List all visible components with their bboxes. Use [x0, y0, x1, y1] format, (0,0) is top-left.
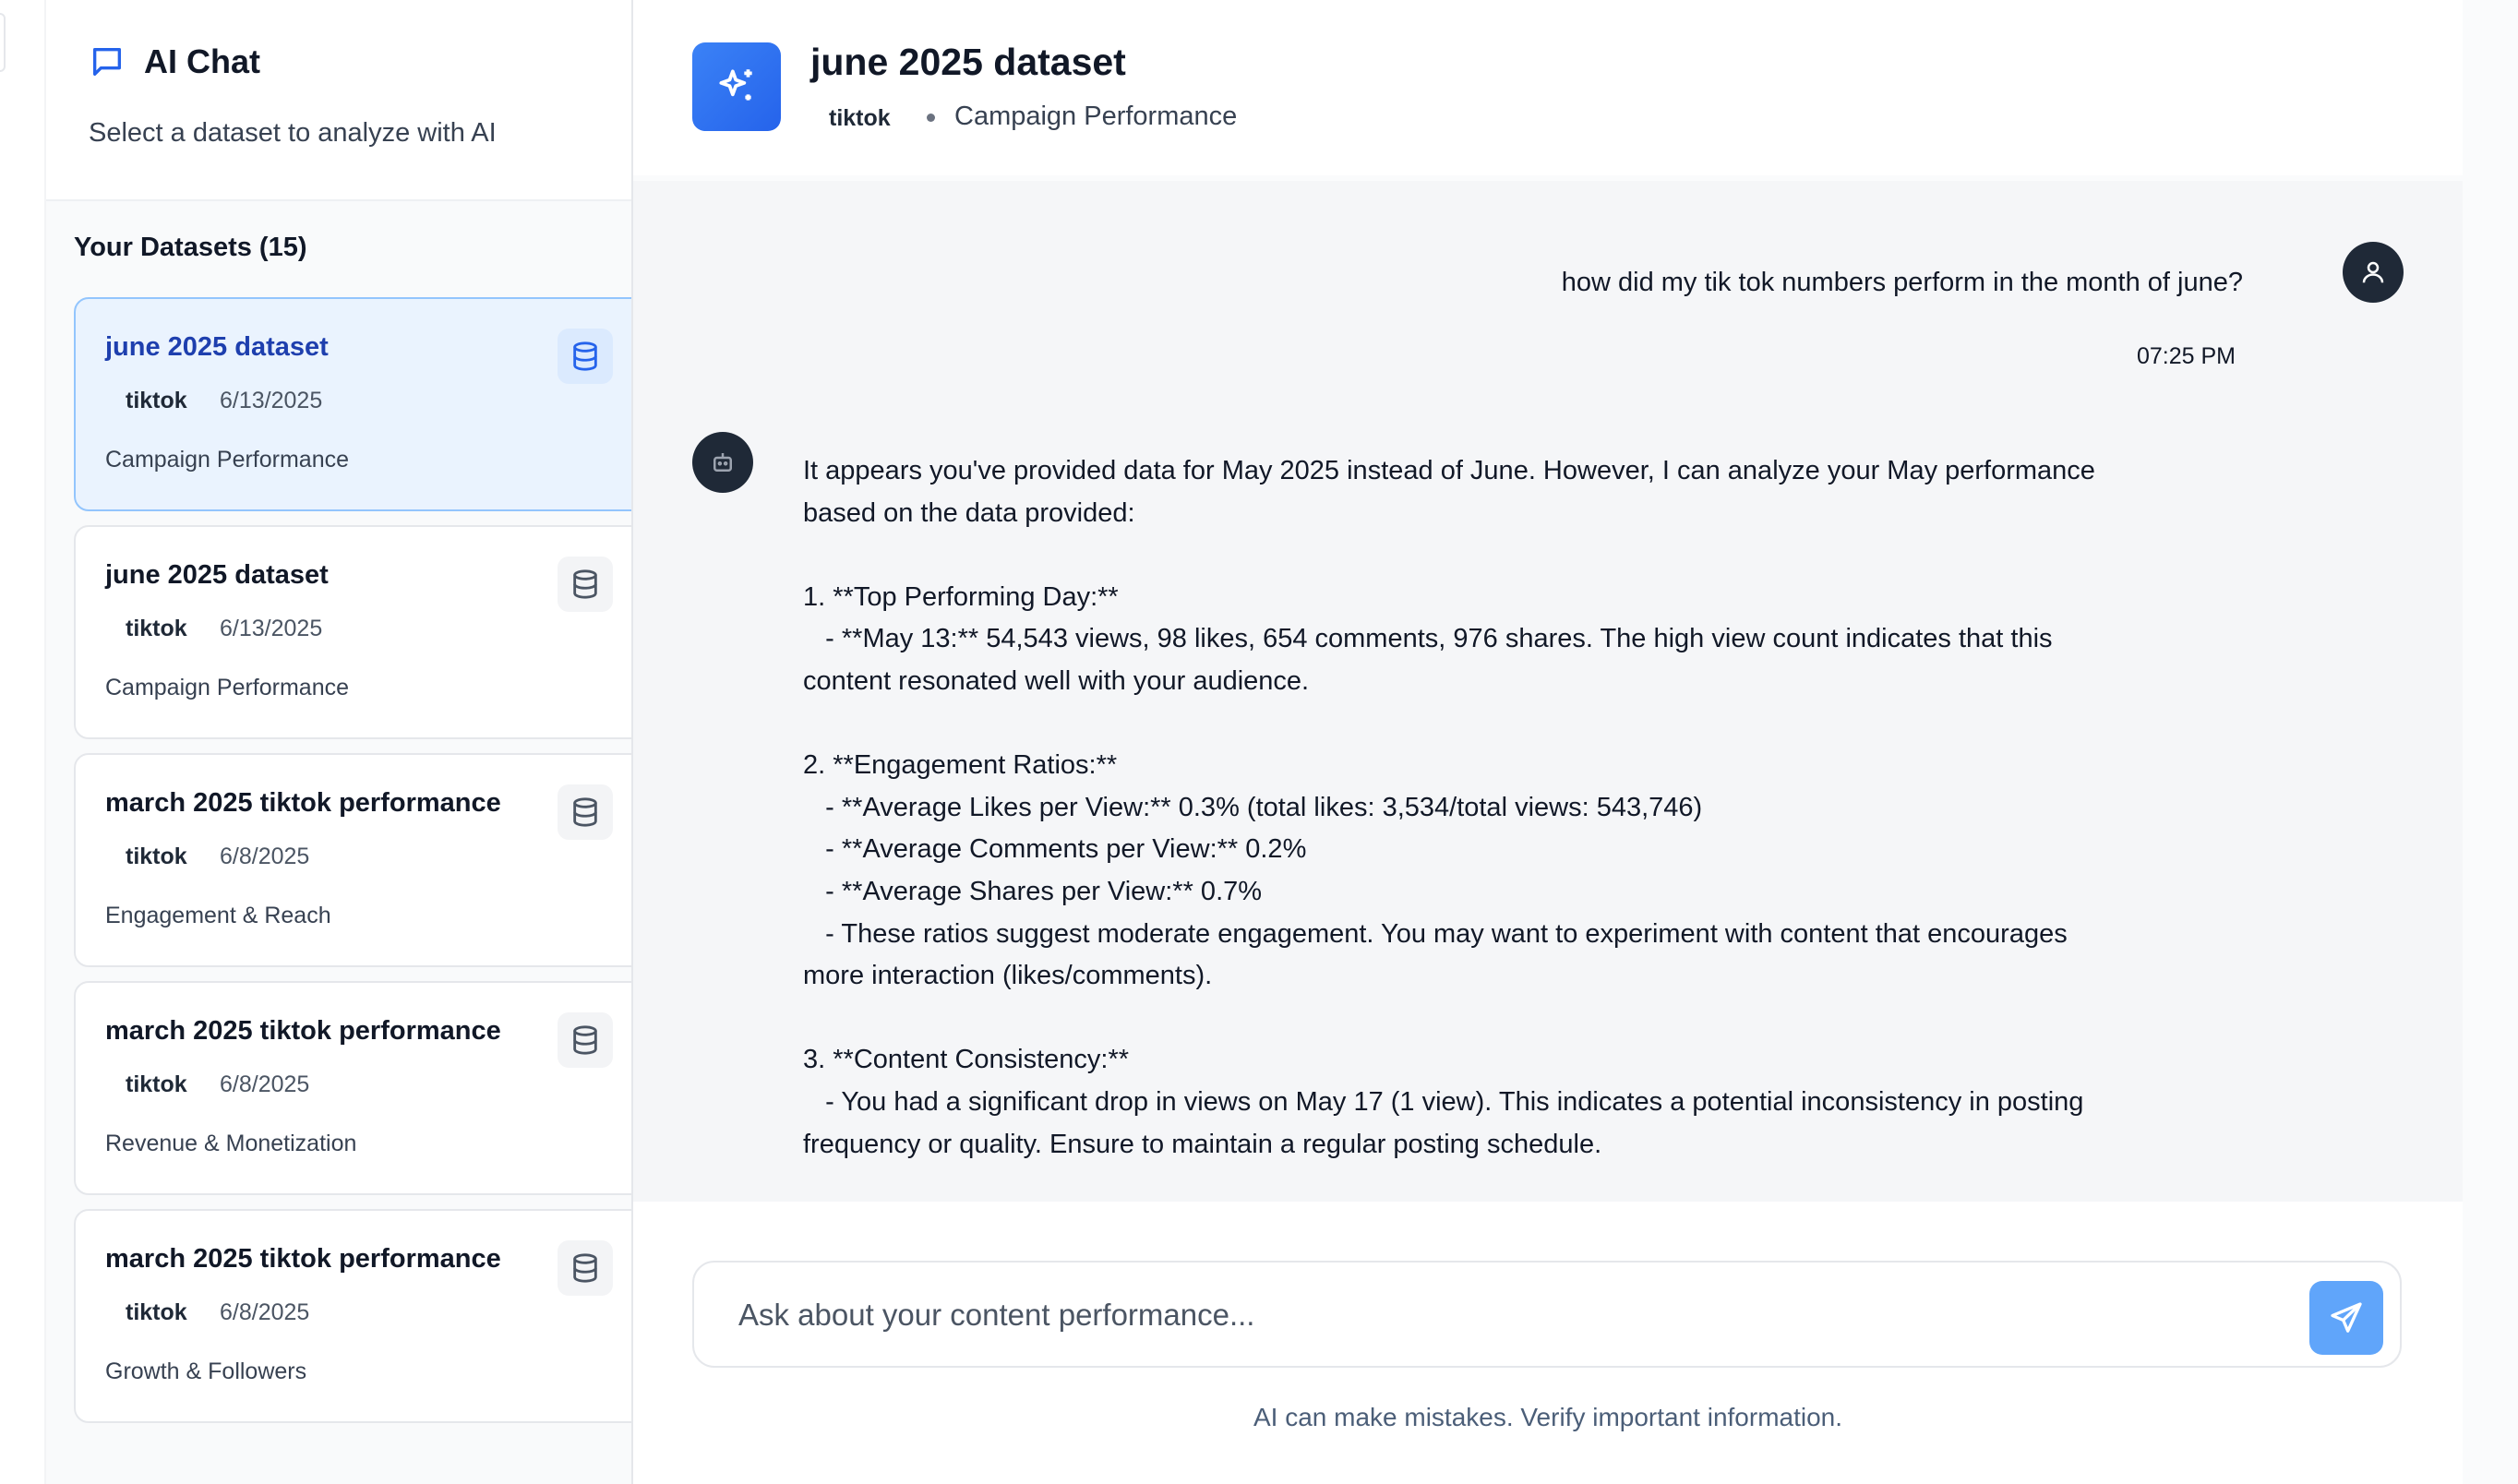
chat-bubble-icon [93, 48, 121, 77]
dataset-name: march 2025 tiktok performance [105, 1244, 501, 1274]
dataset-category: Growth & Followers [105, 1358, 307, 1384]
dataset-date: 6/8/2025 [220, 844, 310, 869]
dataset-icon-button[interactable] [558, 1240, 613, 1296]
app-window: AI Chat Select a dataset to analyze with… [0, 0, 2518, 1484]
database-icon [573, 1253, 597, 1283]
dataset-date: 6/8/2025 [220, 1299, 310, 1325]
sparkles-icon [719, 69, 752, 101]
dataset-category: Revenue & Monetization [105, 1131, 357, 1156]
chat-panel: june 2025 dataset tiktok Campaign Perfor… [633, 0, 2518, 1484]
assistant-message: It appears you've provided data for May … [803, 456, 2095, 1159]
dataset-card[interactable]: march 2025 tiktok performance tiktok 6/8… [74, 1209, 631, 1423]
user-message: how did my tik tok numbers perform in th… [1561, 268, 2243, 297]
database-icon [573, 1025, 597, 1055]
dataset-date: 6/13/2025 [220, 388, 323, 413]
sidebar-subtitle: Select a dataset to analyze with AI [89, 118, 497, 148]
user-avatar [2343, 242, 2404, 303]
assistant-avatar [692, 432, 753, 493]
send-icon [2331, 1302, 2362, 1333]
collapsed-panel-tab[interactable] [0, 13, 6, 72]
dataset-name: june 2025 dataset [105, 332, 329, 362]
dataset-icon-button[interactable] [558, 784, 613, 840]
dataset-date: 6/8/2025 [220, 1071, 310, 1097]
bot-icon [713, 453, 732, 472]
database-icon [573, 569, 597, 599]
dataset-icon-button[interactable] [558, 556, 613, 612]
dataset-category: Engagement & Reach [105, 903, 331, 928]
dataset-platform: tiktok [126, 616, 187, 641]
sidebar-title-row: AI Chat [89, 42, 260, 81]
disclaimer-text: AI can make mistakes. Verify important i… [1253, 1403, 1843, 1431]
chat-platform: tiktok [829, 105, 891, 131]
dataset-platform: tiktok [126, 1299, 187, 1325]
dataset-icon-button[interactable] [558, 329, 613, 384]
database-icon [573, 797, 597, 827]
dataset-card[interactable]: june 2025 dataset tiktok 6/13/2025 Campa… [74, 525, 631, 739]
message-list[interactable]: how did my tik tok numbers perform in th… [633, 181, 2463, 1202]
dataset-platform: tiktok [126, 1071, 187, 1097]
separator-dot [927, 114, 935, 122]
composer: AI can make mistakes. Verify important i… [633, 1202, 2463, 1484]
dataset-date: 6/13/2025 [220, 616, 323, 641]
chat-title: june 2025 dataset [810, 41, 1126, 83]
dataset-platform: tiktok [126, 844, 187, 869]
dataset-name: june 2025 dataset [105, 560, 329, 590]
dataset-platform: tiktok [126, 388, 187, 413]
dataset-card[interactable]: june 2025 dataset tiktok 6/13/2025 Campa… [74, 297, 631, 511]
dataset-avatar [692, 42, 781, 131]
dataset-card[interactable]: march 2025 tiktok performance tiktok 6/8… [74, 981, 631, 1195]
dataset-name: march 2025 tiktok performance [105, 1016, 501, 1046]
message-input[interactable] [738, 1290, 2252, 1340]
dataset-category: Campaign Performance [105, 675, 350, 700]
dataset-card[interactable]: march 2025 tiktok performance tiktok 6/8… [74, 753, 631, 967]
user-icon [2362, 261, 2384, 283]
dataset-name: march 2025 tiktok performance [105, 788, 501, 818]
send-button[interactable] [2309, 1281, 2383, 1355]
dataset-category: Campaign Performance [105, 447, 350, 473]
chat-header: june 2025 dataset tiktok Campaign Perfor… [633, 0, 2463, 175]
sidebar: AI Chat Select a dataset to analyze with… [46, 0, 633, 1484]
dataset-list: june 2025 dataset tiktok 6/13/2025 Campa… [74, 297, 631, 1437]
dataset-icon-button[interactable] [558, 1012, 613, 1068]
datasets-heading: Your Datasets (15) [74, 233, 307, 262]
message-timestamp: 07:25 PM [2136, 343, 2236, 369]
sidebar-header: AI Chat Select a dataset to analyze with… [46, 0, 631, 201]
chat-category: Campaign Performance [954, 102, 1238, 131]
database-icon [573, 341, 597, 371]
sidebar-title: AI Chat [144, 42, 260, 80]
message-input-box [692, 1261, 2402, 1368]
